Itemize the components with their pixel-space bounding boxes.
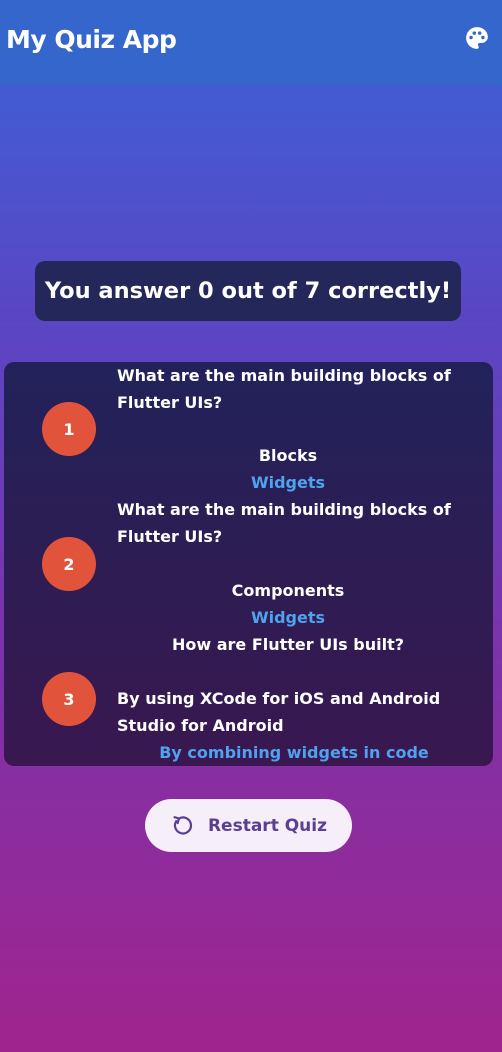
app-title: My Quiz App [6,25,177,54]
question-number-badge: 2 [42,537,96,591]
restart-quiz-label: Restart Quiz [207,815,328,836]
question-text: What are the main building blocks of Flu… [117,366,451,412]
restart-icon [170,814,194,838]
question-text: How are Flutter UIs built? [171,635,405,654]
user-answer: Components [231,581,345,600]
app-bar: My Quiz App [0,0,502,85]
question-text: What are the main building blocks of Flu… [117,500,451,546]
score-text: You answer 0 out of 7 correctly! [44,278,452,304]
results-summary[interactable]: 1 What are the main building blocks of F… [4,362,493,766]
user-answer: By using XCode for iOS and Android Studi… [117,689,441,735]
restart-quiz-button[interactable]: Restart Quiz [145,799,352,852]
correct-answer: Widgets [250,473,326,492]
question-number-badge: 3 [42,672,96,726]
user-answer: Blocks [258,446,318,465]
correct-answer: By combining widgets in code [159,743,429,762]
palette-icon[interactable] [462,23,492,53]
question-number-badge: 1 [42,402,96,456]
correct-answer: Widgets [250,608,326,627]
score-banner: You answer 0 out of 7 correctly! [35,261,461,321]
